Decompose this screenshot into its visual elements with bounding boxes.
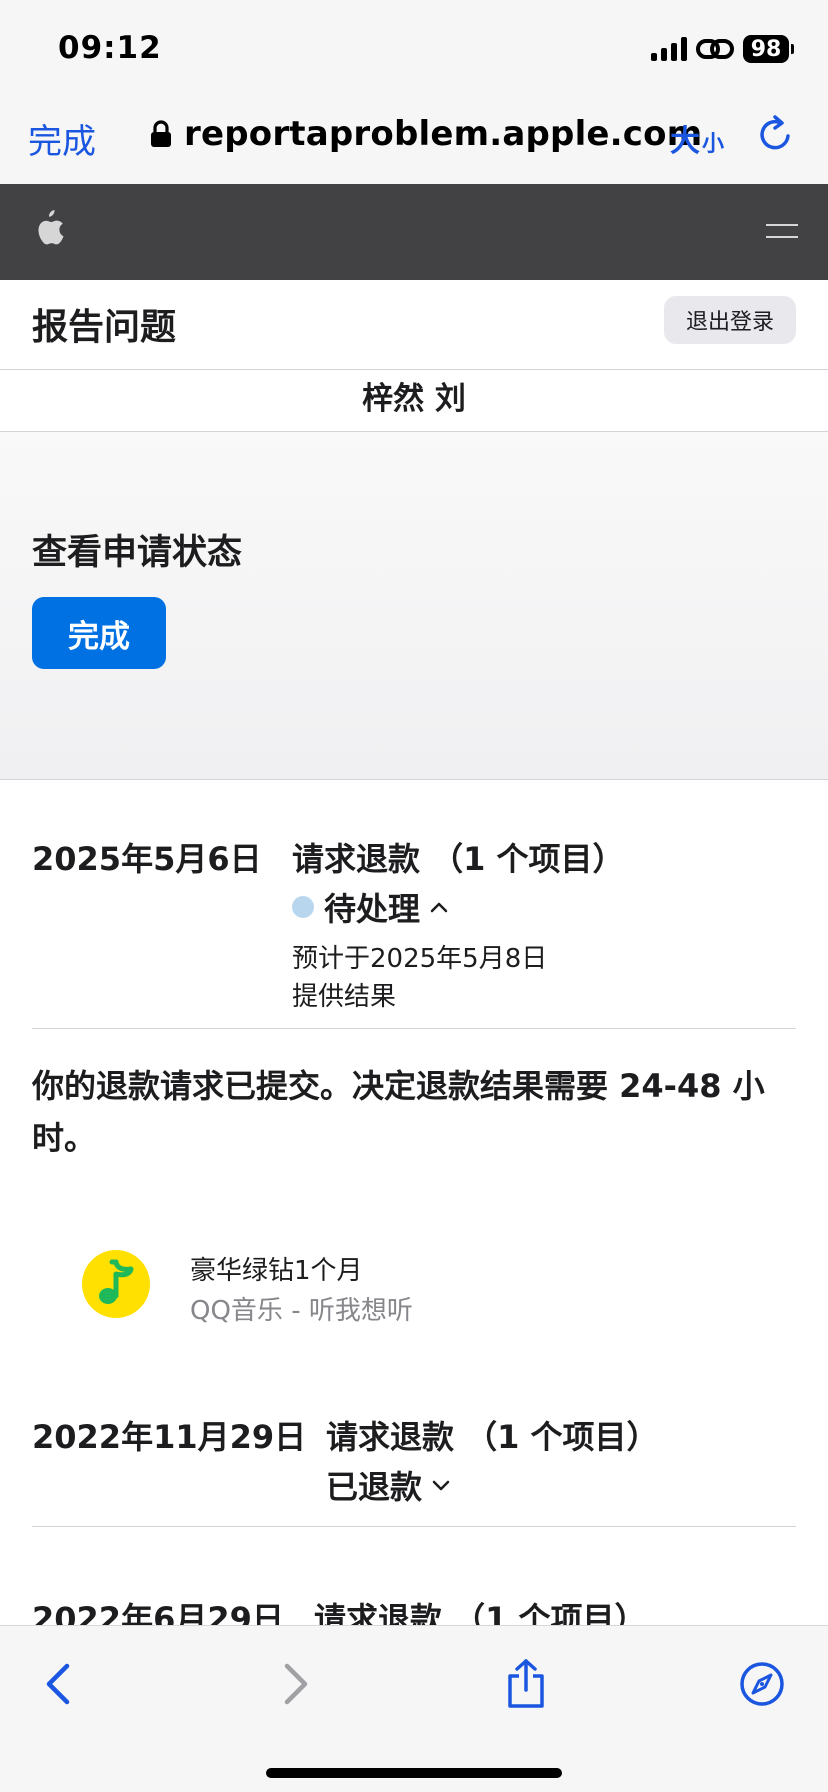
browser-toolbar — [0, 1625, 828, 1792]
apple-logo-icon[interactable] — [30, 206, 66, 250]
qq-music-app-icon — [82, 1250, 150, 1318]
status-time: 09:12 — [58, 30, 162, 66]
menu-icon[interactable] — [766, 220, 798, 242]
text-size-button[interactable]: 大 小 — [670, 116, 724, 160]
request-list: 2025年5月6日 请求退款 （1 个项目） 待处理 预计于2025年5月8日 … — [0, 780, 828, 1625]
hero-title: 查看申请状态 — [32, 533, 243, 573]
url-text: reportaproblem.apple.com — [184, 114, 703, 154]
back-button[interactable] — [30, 1656, 86, 1712]
status-dot — [292, 896, 314, 918]
user-name: 梓然 刘 — [0, 370, 828, 432]
request-message: 你的退款请求已提交。决定退款结果需要 24-48 小时。 — [32, 1067, 765, 1157]
request-type: 请求退款 （1 个项目） — [326, 1418, 659, 1456]
browser-done-button[interactable]: 完成 — [28, 114, 96, 163]
eta-line-2: 提供结果 — [292, 982, 397, 1012]
item-app-name: QQ音乐 - 听我想听 — [190, 1296, 413, 1326]
status-icons: 98 — [651, 34, 794, 64]
link-icon — [696, 39, 734, 59]
browser-address-bar: 完成 reportaproblem.apple.com 大 小 — [0, 96, 828, 184]
share-button[interactable] — [498, 1656, 554, 1712]
request-date: 2022年11月29日 — [32, 1418, 307, 1456]
battery-icon: 98 — [743, 35, 794, 63]
status-bar: 09:12 98 — [0, 0, 828, 96]
reload-icon[interactable] — [756, 114, 796, 154]
page-header: 报告问题 退出登录 — [0, 280, 828, 370]
status-text: 已退款 — [326, 1468, 423, 1506]
status-text: 待处理 — [324, 890, 421, 928]
battery-level: 98 — [743, 35, 789, 63]
chevron-up-icon — [430, 902, 448, 913]
forward-icon — [284, 1663, 308, 1705]
back-icon — [46, 1663, 70, 1705]
share-icon — [508, 1659, 544, 1708]
divider — [32, 1028, 796, 1029]
page-title: 报告问题 — [32, 307, 177, 348]
global-nav — [0, 184, 828, 280]
status-toggle[interactable]: 已退款 — [326, 1462, 450, 1508]
chevron-down-icon — [432, 1480, 450, 1491]
compass-button[interactable] — [734, 1656, 790, 1712]
request-date: 2025年5月6日 — [32, 840, 262, 878]
forward-button[interactable] — [268, 1656, 324, 1712]
sign-out-button[interactable]: 退出登录 — [663, 296, 796, 344]
request-type: 请求退款 （1 个项目） — [292, 840, 625, 878]
url-field[interactable]: reportaproblem.apple.com — [150, 114, 702, 154]
request-status-hero: 查看申请状态 完成 — [0, 432, 828, 780]
request-type: 请求退款 （1 个项目） — [314, 1600, 647, 1625]
hero-done-button[interactable]: 完成 — [32, 597, 166, 669]
lock-icon — [151, 120, 171, 147]
compass-icon — [740, 1662, 784, 1706]
signal-icon — [651, 37, 687, 61]
item-name: 豪华绿钻1个月 — [190, 1256, 363, 1286]
divider — [32, 1526, 796, 1527]
status-toggle[interactable]: 待处理 — [292, 884, 448, 930]
home-indicator — [266, 1768, 562, 1778]
request-date: 2022年6月29日 — [32, 1600, 284, 1625]
eta-line-1: 预计于2025年5月8日 — [292, 944, 548, 974]
